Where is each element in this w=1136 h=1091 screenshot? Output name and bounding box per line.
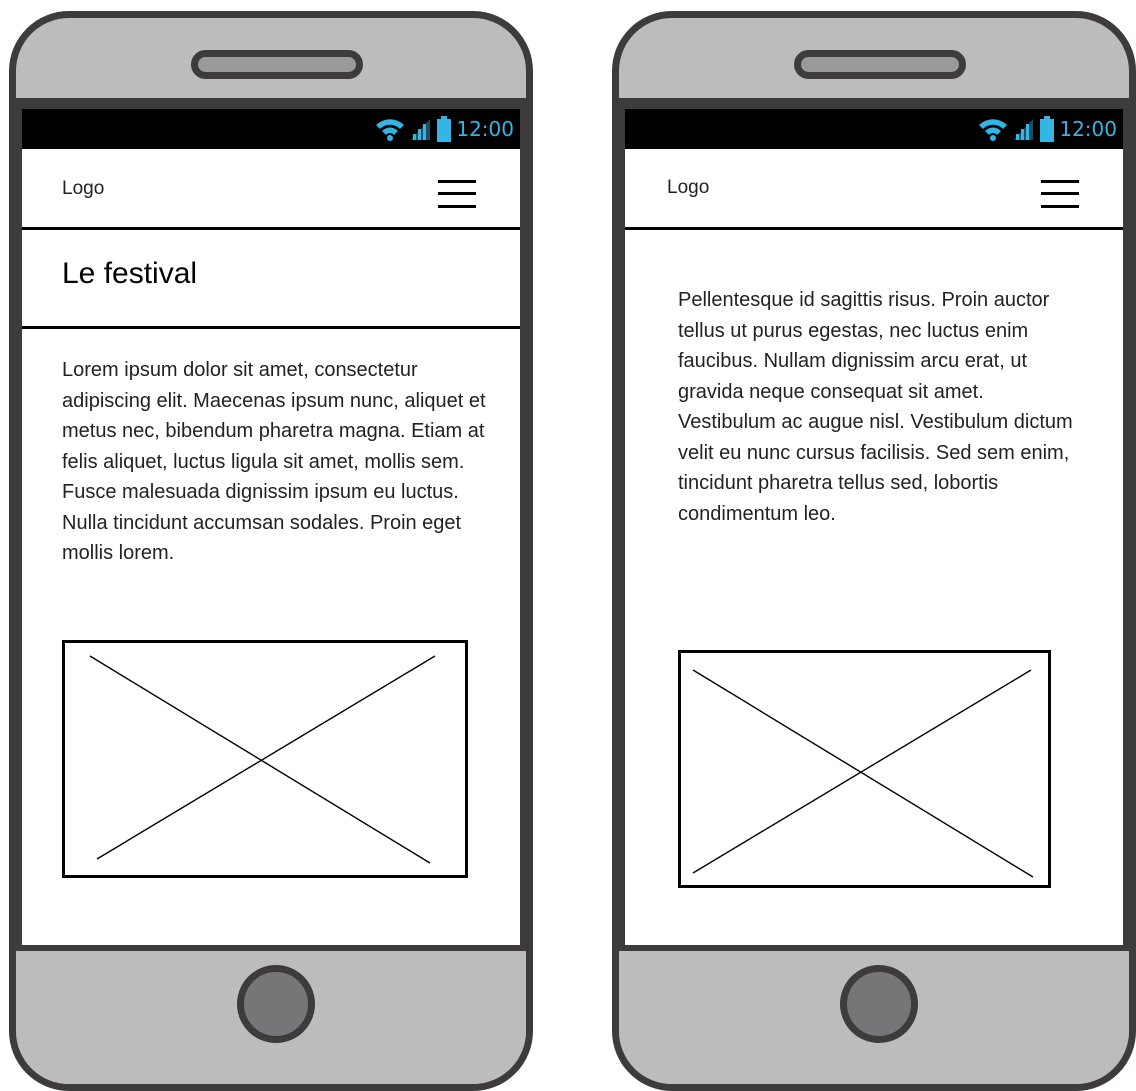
battery-icon bbox=[437, 116, 452, 142]
battery-icon bbox=[1040, 116, 1055, 142]
signal-strength-icon bbox=[1014, 119, 1034, 140]
phone-screen: 12:00 Logo Le festival Lorem ipsum dolor… bbox=[22, 109, 520, 945]
wifi-icon bbox=[979, 119, 1008, 141]
hamburger-menu-icon[interactable] bbox=[438, 180, 476, 208]
speaker-grille bbox=[191, 50, 363, 79]
status-bar: 12:00 bbox=[22, 109, 520, 149]
app-header: Logo bbox=[22, 149, 520, 230]
home-button[interactable] bbox=[840, 965, 918, 1043]
status-bar: 12:00 bbox=[625, 109, 1123, 149]
image-placeholder bbox=[62, 640, 468, 878]
status-icons: 12:00 bbox=[375, 115, 514, 143]
image-placeholder-cross bbox=[89, 655, 436, 864]
image-placeholder-cross bbox=[692, 669, 1034, 878]
logo[interactable]: Logo bbox=[667, 177, 709, 199]
logo[interactable]: Logo bbox=[62, 178, 104, 200]
home-button[interactable] bbox=[237, 965, 315, 1043]
wifi-icon bbox=[376, 119, 405, 141]
page-title: Le festival bbox=[62, 257, 198, 290]
image-placeholder bbox=[678, 650, 1051, 888]
status-icons: 12:00 bbox=[978, 115, 1117, 143]
phone-mockup-left: 12:00 Logo Le festival Lorem ipsum dolor… bbox=[9, 11, 533, 1091]
phone-screen: 12:00 Logo Pellentesque id sagittis risu… bbox=[625, 109, 1123, 945]
app-header: Logo bbox=[625, 149, 1123, 230]
signal-strength-icon bbox=[411, 119, 431, 140]
phone-mockup-right: 12:00 Logo Pellentesque id sagittis risu… bbox=[612, 11, 1136, 1091]
body-text: Lorem ipsum dolor sit amet, consectetur … bbox=[62, 359, 486, 564]
speaker-grille bbox=[794, 50, 966, 79]
status-time: 12:00 bbox=[456, 117, 514, 141]
status-time: 12:00 bbox=[1059, 117, 1117, 141]
page-title-bar: Le festival bbox=[22, 230, 520, 329]
body-text: Pellentesque id sagittis risus. Proin au… bbox=[678, 289, 1073, 525]
hamburger-menu-icon[interactable] bbox=[1041, 180, 1079, 208]
